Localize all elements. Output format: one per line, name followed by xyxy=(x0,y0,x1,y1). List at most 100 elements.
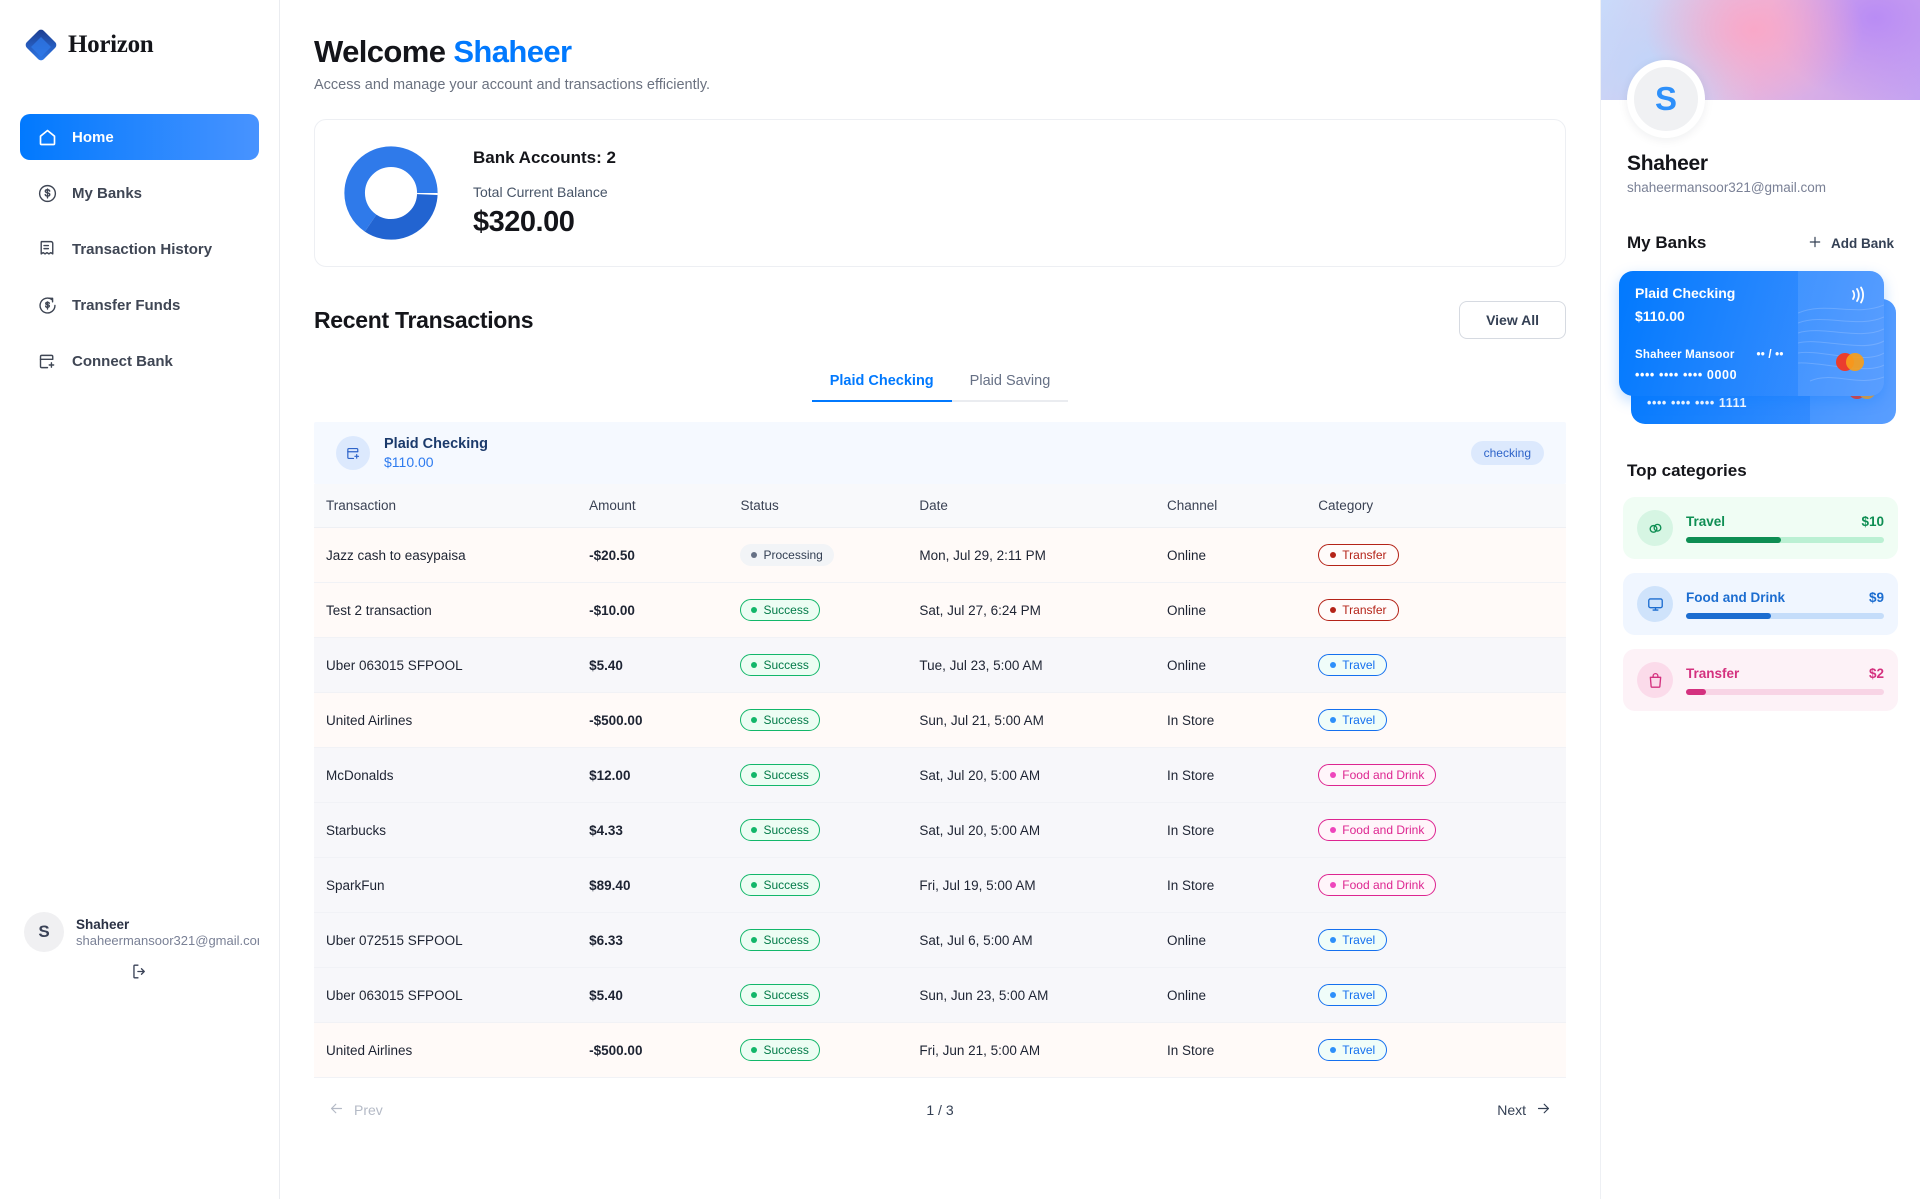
top-categories-title: Top categories xyxy=(1601,461,1920,481)
category-label: Transfer xyxy=(1342,548,1386,562)
status-badge: Success xyxy=(740,874,819,896)
card-holder-name: Shaheer Mansoor xyxy=(1635,349,1735,361)
add-bank-button[interactable]: Add Bank xyxy=(1807,234,1894,253)
cell-date: Tue, Jul 23, 5:00 AM xyxy=(919,638,1167,693)
cell-channel: In Store xyxy=(1167,1023,1318,1078)
top-categories-list: Travel$10 Food and Drink$9 Transfer$2 xyxy=(1601,497,1920,711)
cell-date: Sun, Jul 21, 5:00 AM xyxy=(919,693,1167,748)
sidebar-item-label: Transfer Funds xyxy=(72,297,180,314)
dollar-circle-icon xyxy=(36,182,58,204)
next-page-button[interactable]: Next xyxy=(1497,1100,1552,1120)
next-label: Next xyxy=(1497,1102,1526,1118)
cell-status: Success xyxy=(740,638,919,693)
table-row[interactable]: SparkFun$89.40SuccessFri, Jul 19, 5:00 A… xyxy=(314,858,1566,913)
sidebar-item-connect-bank[interactable]: Connect Bank xyxy=(20,338,259,384)
cell-channel: Online xyxy=(1167,528,1318,583)
cell-transaction: Starbucks xyxy=(314,803,589,858)
status-label: Success xyxy=(763,603,808,617)
top-category-progress-track xyxy=(1686,613,1884,619)
table-header: Transaction Amount Status Date Channel C… xyxy=(314,484,1566,528)
sidebar-user[interactable]: S Shaheer shaheermansoor321@gmail.com xyxy=(20,912,259,952)
cell-date: Sun, Jun 23, 5:00 AM xyxy=(919,968,1167,1023)
cell-transaction: SparkFun xyxy=(314,858,589,913)
sidebar-item-transfer-funds[interactable]: Transfer Funds xyxy=(20,282,259,328)
top-category-item[interactable]: Food and Drink$9 xyxy=(1623,573,1898,635)
sidebar-item-label: Transaction History xyxy=(72,241,212,258)
horizon-logo-icon xyxy=(24,28,58,62)
account-balance: $110.00 xyxy=(384,454,488,470)
category-badge: Travel xyxy=(1318,984,1387,1006)
table-row[interactable]: United Airlines-$500.00SuccessSun, Jul 2… xyxy=(314,693,1566,748)
cell-transaction: Test 2 transaction xyxy=(314,583,589,638)
category-badge: Travel xyxy=(1318,1039,1387,1061)
top-category-body: Food and Drink$9 xyxy=(1686,590,1884,619)
top-category-item[interactable]: Transfer$2 xyxy=(1623,649,1898,711)
table-row[interactable]: Starbucks$4.33SuccessSat, Jul 20, 5:00 A… xyxy=(314,803,1566,858)
arrow-right-icon xyxy=(1535,1100,1552,1120)
column-amount: Amount xyxy=(589,484,740,528)
brand-logo-area[interactable]: Horizon xyxy=(24,28,259,62)
status-badge: Processing xyxy=(740,544,833,566)
plus-icon xyxy=(1807,234,1823,253)
table-row[interactable]: Uber 063015 SFPOOL$5.40SuccessSun, Jun 2… xyxy=(314,968,1566,1023)
status-badge: Success xyxy=(740,764,819,786)
status-label: Success xyxy=(763,988,808,1002)
cell-amount: $12.00 xyxy=(589,748,740,803)
status-dot-icon xyxy=(751,662,757,668)
cell-channel: Online xyxy=(1167,968,1318,1023)
bank-accounts-count: Bank Accounts: 2 xyxy=(473,148,616,168)
top-category-amount: $10 xyxy=(1861,514,1884,529)
total-balance-label: Total Current Balance xyxy=(473,184,616,200)
table-row[interactable]: Uber 072515 SFPOOL$6.33SuccessSat, Jul 6… xyxy=(314,913,1566,968)
profile-name: Shaheer xyxy=(1627,152,1894,176)
sidebar-item-my-banks[interactable]: My Banks xyxy=(20,170,259,216)
category-label: Travel xyxy=(1342,713,1375,727)
tab-plaid-checking[interactable]: Plaid Checking xyxy=(812,365,952,402)
table-row[interactable]: McDonalds$12.00SuccessSat, Jul 20, 5:00 … xyxy=(314,748,1566,803)
cell-category: Travel xyxy=(1318,1023,1566,1078)
profile-email: shaheermansoor321@gmail.com xyxy=(1627,180,1894,195)
recent-transactions-title: Recent Transactions xyxy=(314,307,533,334)
card-bank-name: Plaid Checking xyxy=(1635,285,1735,301)
cell-status: Success xyxy=(740,968,919,1023)
table-row[interactable]: United Airlines-$500.00SuccessFri, Jun 2… xyxy=(314,1023,1566,1078)
travel-icon xyxy=(1637,510,1673,546)
top-category-item[interactable]: Travel$10 xyxy=(1623,497,1898,559)
category-dot-icon xyxy=(1330,772,1336,778)
logout-icon[interactable] xyxy=(127,958,153,984)
cell-category: Food and Drink xyxy=(1318,858,1566,913)
top-category-amount: $2 xyxy=(1869,666,1884,681)
sidebar-item-transaction-history[interactable]: Transaction History xyxy=(20,226,259,272)
bank-card-front[interactable]: Plaid Checking $110.00 Shaheer Mansoor •… xyxy=(1619,271,1884,396)
cell-amount: $89.40 xyxy=(589,858,740,913)
tab-plaid-saving[interactable]: Plaid Saving xyxy=(952,365,1069,402)
connect-bank-icon xyxy=(36,350,58,372)
category-badge: Food and Drink xyxy=(1318,874,1436,896)
status-dot-icon xyxy=(751,552,757,558)
table-row[interactable]: Test 2 transaction-$10.00SuccessSat, Jul… xyxy=(314,583,1566,638)
status-badge: Success xyxy=(740,1039,819,1061)
cell-date: Sat, Jul 6, 5:00 AM xyxy=(919,913,1167,968)
cell-transaction: Jazz cash to easypaisa xyxy=(314,528,589,583)
category-dot-icon xyxy=(1330,552,1336,558)
cell-date: Sat, Jul 20, 5:00 AM xyxy=(919,803,1167,858)
prev-page-button[interactable]: Prev xyxy=(328,1100,383,1120)
sidebar-item-label: Home xyxy=(72,129,114,146)
add-bank-label: Add Bank xyxy=(1831,236,1894,251)
table-row[interactable]: Uber 063015 SFPOOL$5.40SuccessTue, Jul 2… xyxy=(314,638,1566,693)
account-type-badge: checking xyxy=(1471,441,1544,465)
right-sidebar: S Shaheer shaheermansoor321@gmail.com My… xyxy=(1600,0,1920,1199)
sidebar-user-name: Shaheer xyxy=(76,917,259,932)
category-dot-icon xyxy=(1330,717,1336,723)
cell-date: Mon, Jul 29, 2:11 PM xyxy=(919,528,1167,583)
sidebar-item-home[interactable]: Home xyxy=(20,114,259,160)
cell-status: Success xyxy=(740,913,919,968)
top-category-progress-fill xyxy=(1686,537,1781,543)
account-name: Plaid Checking xyxy=(384,436,488,452)
contactless-icon xyxy=(1846,283,1870,312)
total-balance-amount: $320.00 xyxy=(473,206,616,239)
status-dot-icon xyxy=(751,937,757,943)
category-badge: Food and Drink xyxy=(1318,819,1436,841)
table-row[interactable]: Jazz cash to easypaisa-$20.50ProcessingM… xyxy=(314,528,1566,583)
view-all-button[interactable]: View All xyxy=(1459,301,1566,339)
